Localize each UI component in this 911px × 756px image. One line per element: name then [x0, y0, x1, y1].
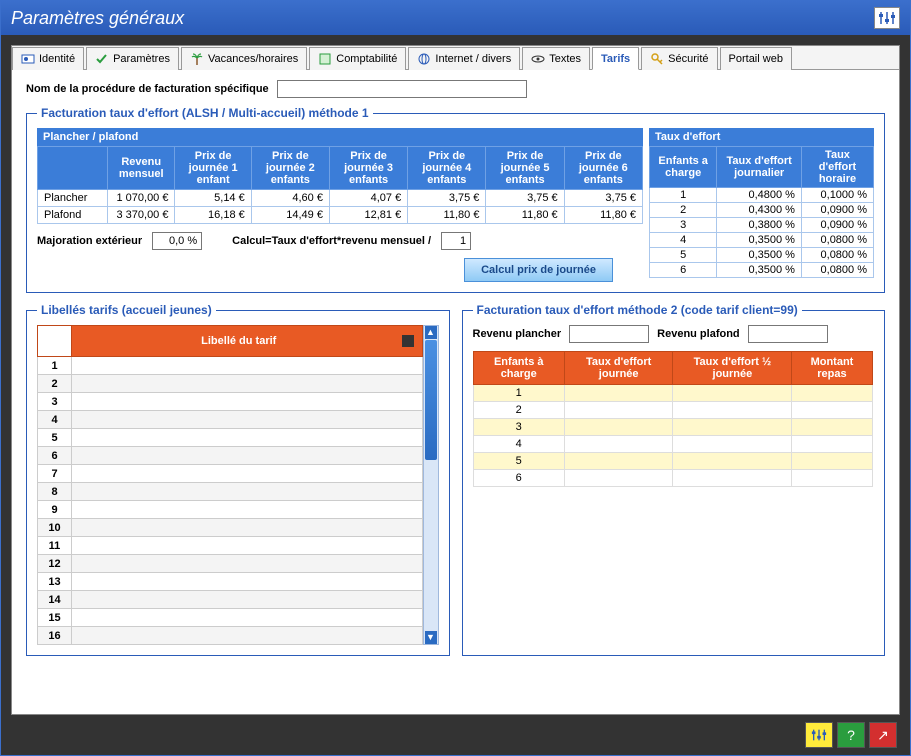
list-item[interactable]: 4 — [38, 411, 423, 429]
key-icon — [650, 52, 664, 66]
list-item[interactable]: 10 — [38, 519, 423, 537]
arrow-icon: ↗ — [877, 727, 889, 744]
plancher-title: Plancher / plafond — [37, 128, 643, 146]
legend-lib: Libellés tarifs (accueil jeunes) — [37, 303, 216, 317]
list-item[interactable]: 3 — [38, 393, 423, 411]
majoration-input[interactable] — [152, 232, 202, 250]
tab-tarifs[interactable]: Tarifs — [592, 47, 639, 70]
id-icon — [21, 52, 35, 66]
palm-icon — [190, 52, 204, 66]
list-item[interactable]: 7 — [38, 465, 423, 483]
fieldset-methode1: Facturation taux d'effort (ALSH / Multi-… — [26, 106, 885, 293]
trash-icon[interactable] — [402, 335, 414, 347]
table-rate: Enfants a charge Taux d'effort journalie… — [649, 146, 874, 278]
footer-buttons: ? ↗ — [805, 722, 897, 748]
row-plafond[interactable]: Plafond 3 370,00 € 16,18 € 14,49 € 12,81… — [38, 207, 643, 224]
legend-m1: Facturation taux d'effort (ALSH / Multi-… — [37, 106, 373, 120]
rev-plancher-label: Revenu plancher — [473, 328, 562, 340]
list-item[interactable]: 12 — [38, 555, 423, 573]
fieldset-libelles: Libellés tarifs (accueil jeunes) N° Libe… — [26, 303, 450, 656]
scrollbar[interactable]: ▲ ▼ — [423, 325, 439, 645]
check-icon — [95, 52, 109, 66]
rev-plafond-label: Revenu plafond — [657, 328, 740, 340]
list-item[interactable]: 11 — [38, 537, 423, 555]
table-row[interactable]: 3 — [473, 419, 872, 436]
table-row[interactable]: 5 — [473, 453, 872, 470]
table-libelles: N° Libellé du tarif 1 2 3 4 5 6 7 8 9 — [37, 325, 423, 645]
list-item[interactable]: 13 — [38, 573, 423, 591]
fieldset-methode2: Facturation taux d'effort méthode 2 (cod… — [462, 303, 886, 656]
list-item[interactable]: 2 — [38, 375, 423, 393]
scroll-up-icon[interactable]: ▲ — [425, 326, 437, 339]
list-item[interactable]: 8 — [38, 483, 423, 501]
list-item[interactable]: 16 — [38, 627, 423, 645]
table-methode2: Enfants à charge Taux d'effort journée T… — [473, 351, 873, 487]
table-row[interactable]: 6 — [473, 470, 872, 487]
eye-icon — [531, 52, 545, 66]
help-icon: ? — [847, 727, 855, 743]
list-item[interactable]: 15 — [38, 609, 423, 627]
tab-vacances[interactable]: Vacances/horaires — [181, 47, 307, 70]
legend-m2: Facturation taux d'effort méthode 2 (cod… — [473, 303, 802, 317]
tab-identite[interactable]: Identité — [12, 47, 84, 70]
list-item[interactable]: 6 — [38, 447, 423, 465]
close-button[interactable]: ↗ — [869, 722, 897, 748]
book-icon — [318, 52, 332, 66]
globe-icon — [417, 52, 431, 66]
majoration-label: Majoration extérieur — [37, 235, 142, 247]
titlebar: Paramètres généraux — [1, 1, 910, 35]
table-row[interactable]: 2 — [473, 402, 872, 419]
scroll-thumb[interactable] — [425, 340, 437, 460]
calc-label: Calcul=Taux d'effort*revenu mensuel / — [232, 235, 431, 247]
tab-securite[interactable]: Sécurité — [641, 47, 717, 70]
calc-button[interactable]: Calcul prix de journée — [464, 258, 613, 282]
tab-bar: Identité Paramètres Vacances/horaires Co… — [12, 46, 899, 70]
rate-title: Taux d'effort — [649, 128, 874, 146]
window-title: Paramètres généraux — [11, 8, 184, 29]
settings-button[interactable] — [805, 722, 833, 748]
table-plancher: Revenu mensuel Prix de journée 1 enfant … — [37, 146, 643, 224]
table-row[interactable]: 4 — [473, 436, 872, 453]
scroll-down-icon[interactable]: ▼ — [425, 631, 437, 644]
tab-parametres[interactable]: Paramètres — [86, 47, 179, 70]
rev-plancher-input[interactable] — [569, 325, 649, 343]
tab-internet[interactable]: Internet / divers — [408, 47, 520, 70]
list-item[interactable]: 5 — [38, 429, 423, 447]
list-item[interactable]: 9 — [38, 501, 423, 519]
list-item[interactable]: 14 — [38, 591, 423, 609]
tab-textes[interactable]: Textes — [522, 47, 590, 70]
rev-plafond-input[interactable] — [748, 325, 828, 343]
list-item[interactable]: 1 — [38, 357, 423, 375]
row-plancher[interactable]: Plancher 1 070,00 € 5,14 € 4,60 € 4,07 €… — [38, 190, 643, 207]
tab-portail[interactable]: Portail web — [720, 47, 792, 70]
proc-label: Nom de la procédure de facturation spéci… — [26, 83, 269, 95]
tab-comptabilite[interactable]: Comptabilité — [309, 47, 406, 70]
settings-icon[interactable] — [874, 7, 900, 29]
help-button[interactable]: ? — [837, 722, 865, 748]
table-row[interactable]: 1 — [473, 385, 872, 402]
proc-input[interactable] — [277, 80, 527, 98]
calc-divisor-input[interactable] — [441, 232, 471, 250]
